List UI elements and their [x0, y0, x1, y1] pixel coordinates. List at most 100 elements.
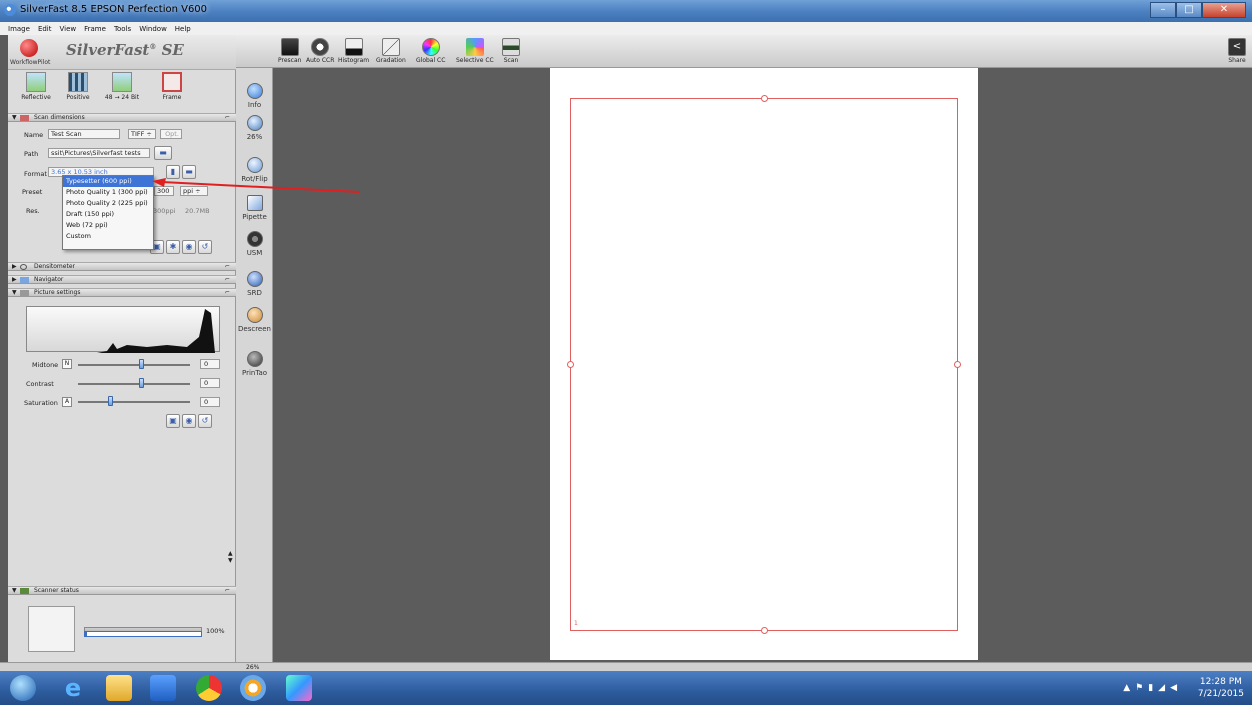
scan-dimensions-title: Scan dimensions	[34, 114, 85, 121]
preset-option-photo-quality-2[interactable]: Photo Quality 2 (225 ppi)	[63, 198, 153, 209]
pipette-tool[interactable]: Pipette	[236, 195, 273, 221]
preset-dropdown[interactable]: Typesetter (600 ppi) Photo Quality 1 (30…	[62, 175, 154, 250]
search-icon: ◉	[185, 242, 193, 251]
auto-ccr-button[interactable]: Auto CCR	[306, 38, 334, 64]
srd-label: SRD	[247, 289, 262, 297]
chrome-icon[interactable]	[196, 675, 222, 701]
preset-option-typesetter[interactable]: Typesetter (600 ppi)	[63, 176, 153, 187]
frame-handle-top[interactable]	[761, 95, 768, 102]
save-icon: ▣	[153, 242, 161, 251]
workflow-pilot-icon[interactable]	[20, 39, 38, 57]
scanner-status-icon	[20, 588, 29, 594]
contrast-slider[interactable]	[78, 383, 190, 385]
midtone-slider-knob[interactable]	[139, 359, 144, 369]
preset-option-draft[interactable]: Draft (150 ppi)	[63, 209, 153, 220]
gradation-button[interactable]: Gradation	[376, 38, 406, 64]
menu-tools[interactable]: Tools	[114, 25, 131, 33]
folder-taskbar-icon[interactable]	[106, 675, 132, 701]
midtone-label: Midtone	[32, 361, 59, 369]
name-field[interactable]: Test Scan	[48, 129, 120, 139]
ie-icon[interactable]: e	[60, 675, 86, 701]
frame-handle-bottom[interactable]	[761, 627, 768, 634]
landscape-button[interactable]: ▬	[182, 165, 196, 179]
minimize-button[interactable]: –	[1150, 2, 1176, 18]
saturation-value[interactable]: 0	[200, 397, 220, 407]
paint-icon[interactable]	[286, 675, 312, 701]
panel-scroll-arrows[interactable]: ▲ ▼	[228, 550, 233, 564]
frame-handle-left[interactable]	[567, 361, 574, 368]
start-button[interactable]	[10, 675, 36, 701]
preset-option-web[interactable]: Web (72 ppi)	[63, 220, 153, 231]
srd-tool[interactable]: SRD	[236, 271, 273, 297]
scan-icon	[502, 38, 520, 56]
zoom-tool[interactable]: 26%	[236, 115, 273, 141]
workflow-pilot-label: WorkflowPilot	[10, 59, 51, 66]
menu-image[interactable]: Image	[8, 25, 30, 33]
menu-frame[interactable]: Frame	[84, 25, 106, 33]
usm-tool[interactable]: USM	[236, 231, 273, 257]
descreen-tool[interactable]: Descreen	[236, 307, 273, 333]
share-button[interactable]: < Share	[1228, 38, 1246, 64]
folder-button[interactable]: ▬	[154, 146, 172, 160]
midtone-slider[interactable]	[78, 364, 190, 366]
info-label: Info	[247, 101, 262, 109]
contrast-slider-knob[interactable]	[139, 378, 144, 388]
portrait-button[interactable]: ▮	[166, 165, 180, 179]
menu-view[interactable]: View	[60, 25, 77, 33]
densitometer-icon	[20, 264, 27, 270]
saturation-slider[interactable]	[78, 401, 190, 403]
maximize-button[interactable]: □	[1176, 2, 1202, 18]
path-field[interactable]: ssit\Pictures\Silverfast tests	[48, 148, 150, 158]
global-cc-button[interactable]: Global CC	[416, 38, 445, 64]
options-button[interactable]: Opt.	[160, 129, 182, 139]
histogram-graph	[27, 309, 215, 353]
saturation-slider-knob[interactable]	[108, 396, 113, 406]
window-title: SilverFast 8.5 EPSON Perfection V600	[20, 4, 208, 15]
picture-settings-header[interactable]: ▼ Picture settings ⌐	[8, 288, 236, 297]
picture-reset-button[interactable]: ↺	[198, 414, 212, 428]
bit-depth-tool[interactable]: 48 → 24 Bit	[102, 72, 142, 101]
densitometer-header[interactable]: ▶ Densitometer ⌐	[8, 262, 236, 271]
menu-edit[interactable]: Edit	[38, 25, 52, 33]
scan-dimensions-header[interactable]: ▼ Scan dimensions ⌐	[8, 113, 236, 122]
gradation-label: Gradation	[376, 57, 406, 64]
picture-save-button[interactable]: ▣	[166, 414, 180, 428]
system-tray[interactable]: ▲⚑▮◢◀	[1123, 683, 1182, 693]
positive-tool[interactable]: Positive	[58, 72, 98, 101]
reset-button[interactable]: ↺	[198, 240, 212, 254]
frame-handle-right[interactable]	[954, 361, 961, 368]
silverfast-logo: SilverFast® SE	[66, 41, 184, 59]
scan-button[interactable]: Scan	[502, 38, 520, 64]
menu-window[interactable]: Window	[139, 25, 167, 33]
filetype-select[interactable]: TIFF ÷	[128, 129, 156, 139]
preset-option-custom[interactable]: Custom	[63, 231, 153, 242]
close-button[interactable]: ✕	[1202, 2, 1246, 18]
outlook-icon[interactable]	[150, 675, 176, 701]
menu-help[interactable]: Help	[175, 25, 191, 33]
picture-search-button[interactable]: ◉	[182, 414, 196, 428]
saturation-mode-button[interactable]: A	[62, 397, 72, 407]
scanner-status-header[interactable]: ▼ Scanner status ⌐	[8, 586, 236, 595]
scan-frame[interactable]: 1	[567, 95, 961, 634]
reflective-tool[interactable]: Reflective	[16, 72, 56, 101]
landscape-icon: ▬	[185, 167, 193, 176]
printao-tool[interactable]: PrinTao	[236, 351, 273, 377]
auto-ccr-label: Auto CCR	[306, 57, 335, 64]
selective-cc-button[interactable]: Selective CC	[456, 38, 494, 64]
prescan-button[interactable]: Prescan	[278, 38, 301, 64]
info-tool[interactable]: Info	[236, 83, 273, 109]
preset-option-photo-quality-1[interactable]: Photo Quality 1 (300 ppi)	[63, 187, 153, 198]
name-label: Name	[24, 131, 44, 139]
gear-button[interactable]: ✱	[166, 240, 180, 254]
clock[interactable]: 12:28 PM 7/21/2015	[1198, 676, 1244, 700]
contrast-value[interactable]: 0	[200, 378, 220, 388]
midtone-mode-button[interactable]: N	[62, 359, 72, 369]
film-icon	[68, 72, 88, 92]
navigator-header[interactable]: ▶ Navigator ⌐	[8, 275, 236, 284]
silverfast-taskbar-icon[interactable]	[240, 675, 266, 701]
search-button[interactable]: ◉	[182, 240, 196, 254]
frame-tool[interactable]: Frame	[152, 72, 192, 101]
pipette-label: Pipette	[242, 213, 267, 221]
midtone-value[interactable]: 0	[200, 359, 220, 369]
histogram-button[interactable]: Histogram	[338, 38, 369, 64]
